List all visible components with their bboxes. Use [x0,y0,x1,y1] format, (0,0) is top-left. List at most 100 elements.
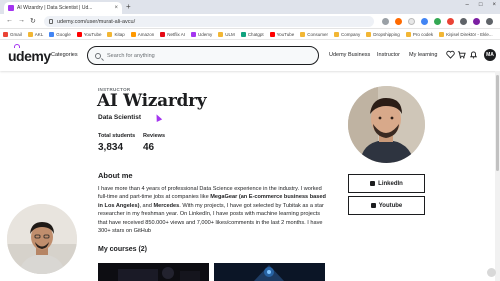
new-tab-button[interactable]: + [126,2,131,11]
instructor-link[interactable]: Instructor [377,52,400,58]
bookmark-label: YouTube [83,31,102,37]
bookmark-label: Pro codek [412,31,434,37]
about-heading: About me [98,171,133,180]
bookmark-label: Netflix AI [167,31,186,37]
extension-icon[interactable] [408,18,415,25]
bookmark-label: Amazon [137,31,155,37]
window-controls: – □ × [466,2,496,8]
bookmark-item[interactable]: Netflix AI [160,31,186,37]
bookmark-item[interactable]: Dropshipping [366,31,400,37]
reload-button[interactable]: ↻ [30,17,36,25]
my-learning-link[interactable]: My learning [409,52,437,58]
instructor-portrait-image [348,86,425,163]
udemy-favicon-icon [8,5,14,11]
address-bar[interactable]: udemy.com/user/murat-ali-avcu/ [44,16,374,27]
bookmark-favicon-icon [49,31,55,37]
bookmark-label: Kişisel Direktör - Ekle... [446,31,493,37]
browser-tab-active[interactable]: AI Wizardry | Data Scientist | Ud... × [4,2,122,14]
bookmark-favicon-icon [405,31,411,37]
bookmark-favicon-icon [269,31,275,37]
bookmark-item[interactable]: YouTube [269,31,295,37]
extension-icon[interactable] [395,18,402,25]
bookmark-item[interactable]: YouTube [76,31,102,37]
bookmark-item[interactable]: Pro codek [405,31,434,37]
maximize-button[interactable]: □ [479,2,483,8]
bookmark-item[interactable]: AKL [27,31,44,37]
close-window-button[interactable]: × [492,2,496,8]
bookmark-item[interactable]: ULM [218,31,235,37]
reviews-value: 46 [143,142,155,153]
linkedin-icon [370,181,376,186]
extension-icons [382,18,493,25]
bookmark-favicon-icon [218,31,224,37]
bookmark-label: YouTube [276,31,295,37]
puzzle-icon[interactable] [460,18,467,25]
course-card-thumbnail[interactable] [98,263,209,281]
bookmark-item[interactable]: Company [334,31,361,37]
courses-heading: My courses (2) [98,246,148,253]
page-scrollbar[interactable] [495,71,500,281]
forward-button[interactable]: → [18,17,25,24]
bookmark-favicon-icon [300,31,306,37]
browser-toolbar: ← → ↻ udemy.com/user/murat-ali-avcu/ [0,14,500,29]
extension-icon[interactable] [421,18,428,25]
bookmark-label: AKL [34,31,44,37]
categories-link[interactable]: Categories [51,52,78,58]
browser-tab-bar: AI Wizardry | Data Scientist | Ud... × +… [0,0,500,14]
bookmark-item[interactable]: Udemy [191,31,213,37]
bookmark-item[interactable]: Google [49,31,71,37]
bookmark-favicon-icon [191,31,197,37]
profile-icon[interactable] [473,18,480,25]
bookmark-label: Udemy [198,31,213,37]
bookmark-favicon-icon [107,31,113,37]
bookmark-favicon-icon [76,31,82,37]
back-button[interactable]: ← [6,17,13,24]
bookmark-item[interactable]: Kişisel Direktör - Ekle... [439,31,493,37]
tab-close-icon[interactable]: × [114,5,118,11]
bookmark-label: ULM [225,31,235,37]
bookmark-label: Consumer [307,31,329,37]
bookmark-label: Google [56,31,71,37]
reviews-label: Reviews [143,133,166,139]
extension-icon[interactable] [447,18,454,25]
bookmarks-bar: Gmail AKL Google YouTube Kitap Amazon Netflix … [0,29,500,40]
menu-icon[interactable] [486,18,493,25]
total-students-label: Total students [98,133,136,139]
bookmark-item[interactable]: Gmail [3,31,22,37]
site-header: udemy Categories Udemy Business Instruct… [0,40,500,71]
bookmark-label: Company [341,31,361,37]
bookmark-item[interactable]: Chatgpt [240,31,264,37]
heart-icon[interactable] [446,50,455,59]
course-thumbnail-image [98,263,209,281]
bell-icon[interactable] [469,50,478,59]
linkedin-button[interactable]: LinkedIn [348,174,425,193]
search-input[interactable] [107,52,297,59]
webcam-person-image [7,204,77,274]
bookmark-favicon-icon [366,31,372,37]
bookmark-favicon-icon [3,31,8,37]
bookmark-label: Dropshipping [373,31,400,37]
scrollbar-thumb[interactable] [496,75,499,171]
youtube-button[interactable]: Youtube [348,196,425,215]
youtube-icon [370,203,376,208]
bookmark-favicon-icon [439,31,445,37]
udemy-business-link[interactable]: Udemy Business [329,52,370,58]
extension-icon[interactable] [434,18,441,25]
cast-icon[interactable] [382,18,389,25]
course-card-thumbnail[interactable] [214,263,325,281]
bookmark-item[interactable]: Amazon [130,31,155,37]
cart-icon[interactable] [457,50,466,59]
instructor-name: AI Wizardry [97,91,207,111]
user-avatar[interactable]: MA [484,49,496,61]
bookmark-item[interactable]: Consumer [300,31,329,37]
minimize-button[interactable]: – [466,2,469,8]
total-students-value: 3,834 [98,142,124,153]
bookmark-item[interactable]: Kitap [107,31,125,37]
bookmark-label: Gmail [10,31,22,37]
instructor-headline: Data Scientist [98,114,141,121]
bookmark-label: Kitap [114,31,125,37]
udemy-logo[interactable]: udemy [8,44,51,64]
search-bar[interactable] [87,46,319,65]
udemy-hat-icon [14,44,20,48]
search-icon[interactable] [95,52,101,59]
